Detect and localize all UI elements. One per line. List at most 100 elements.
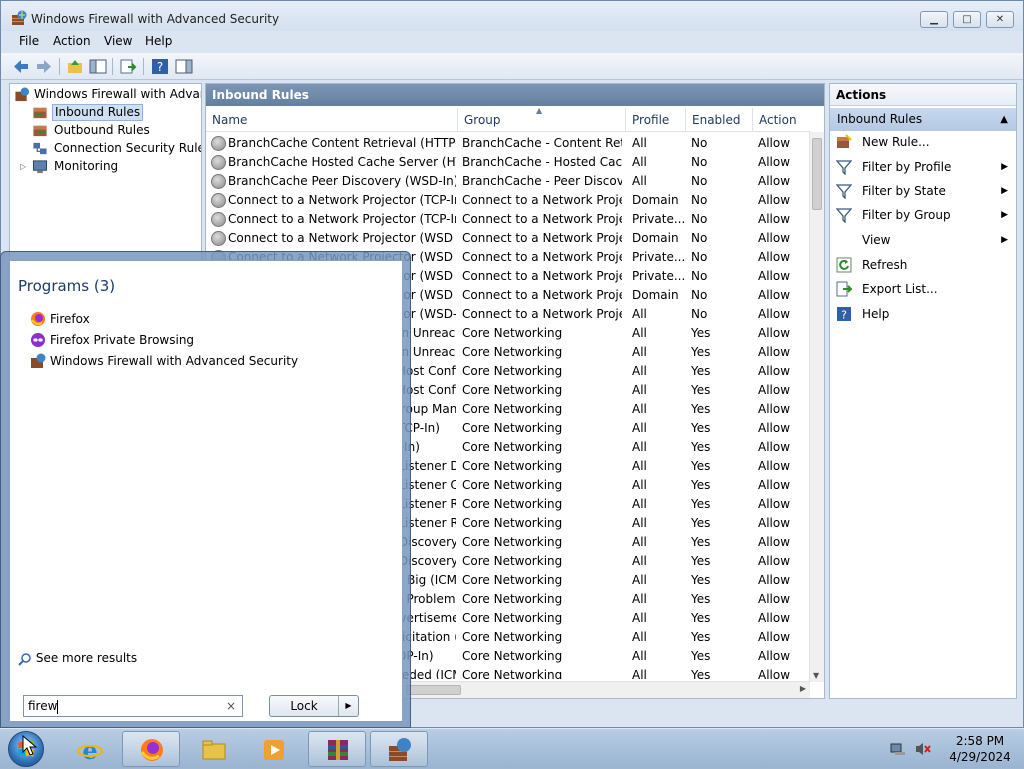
taskbar-firefox[interactable] — [122, 731, 180, 767]
vertical-scrollbar[interactable]: ▼ — [809, 132, 824, 682]
rule-profile-cell: All — [632, 421, 647, 435]
menu-action[interactable]: Action — [53, 34, 91, 48]
refresh-icon — [836, 257, 852, 273]
sort-ascending-icon: ▲ — [536, 106, 543, 115]
tree-item-label: Outbound Rules — [54, 123, 150, 137]
shutdown-options-icon[interactable]: ▶ — [338, 696, 358, 716]
firewall-app-icon — [12, 10, 27, 25]
show-hide-action-pane-icon[interactable] — [175, 58, 193, 75]
taskbar-winrar[interactable] — [308, 731, 366, 767]
minimize-button[interactable]: ▁ — [920, 11, 948, 28]
column-header-name[interactable]: Name — [206, 108, 458, 132]
expand-arrow-icon[interactable]: ▷ — [20, 158, 26, 175]
rule-enabled-cell: Yes — [691, 440, 711, 454]
rule-name-cell: BranchCache Peer Discovery (WSD-In) — [228, 174, 456, 188]
scroll-right-icon[interactable]: ▶ — [800, 684, 806, 693]
taskbar-media-player[interactable] — [244, 731, 302, 767]
export-list-icon[interactable] — [119, 58, 137, 75]
rule-enabled-cell: Yes — [691, 649, 711, 663]
action-label: Filter by Profile — [862, 160, 952, 174]
action-filter-by-state[interactable]: Filter by State ▶ — [830, 180, 1016, 202]
rule-name-cell: BranchCache Content Retrieval (HTTP-In) — [228, 136, 456, 150]
rule-profile-cell: All — [632, 516, 647, 530]
collapse-icon[interactable]: ▲ — [1000, 108, 1008, 131]
action-label: Refresh — [862, 258, 908, 272]
show-hide-tree-icon[interactable] — [89, 58, 107, 75]
maximize-button[interactable]: □ — [953, 11, 981, 28]
rule-profile-cell: All — [632, 649, 647, 663]
tree-root[interactable]: Windows Firewall with Advanced Security — [14, 86, 201, 103]
action-export-list[interactable]: Export List... — [830, 278, 1016, 300]
table-row[interactable]: BranchCache Peer Discovery (WSD-In) Branc… — [206, 172, 810, 191]
clear-search-icon[interactable]: × — [226, 696, 236, 716]
action-label: Filter by Group — [862, 208, 951, 222]
rule-profile-cell: Domain — [632, 288, 679, 302]
rule-enabled-cell: Yes — [691, 345, 711, 359]
rule-action-cell: Allow — [758, 345, 791, 359]
rule-group-cell: Core Networking — [462, 592, 563, 606]
network-icon[interactable] — [890, 741, 906, 757]
toolbar: ? — [1, 53, 1023, 80]
forward-arrow-icon[interactable] — [35, 58, 53, 75]
menu-view[interactable]: View — [104, 34, 132, 48]
new-rule-icon — [836, 134, 852, 150]
scrollbar-thumb[interactable] — [406, 685, 461, 695]
rule-enabled-cell: No — [691, 212, 708, 226]
action-view[interactable]: View ▶ — [830, 229, 1016, 251]
filter-icon — [835, 183, 853, 200]
rule-group-cell: Core Networking — [462, 345, 563, 359]
column-header-action[interactable]: Action — [753, 108, 810, 132]
firewall-icon — [31, 353, 46, 368]
action-label: Filter by State — [862, 184, 946, 198]
menu-help[interactable]: Help — [145, 34, 172, 48]
see-more-results[interactable]: See more results — [18, 650, 137, 666]
taskbar-file-explorer[interactable] — [184, 731, 242, 767]
programs-heading[interactable]: Programs (3) — [18, 277, 115, 295]
rule-action-cell: Allow — [758, 535, 791, 549]
table-row[interactable]: BranchCache Hosted Cache Server (HTT... B… — [206, 153, 810, 172]
rule-action-cell: Allow — [758, 364, 791, 378]
system-clock[interactable]: 2:58 PM 4/29/2024 — [940, 733, 1020, 765]
action-help[interactable]: ? Help — [830, 303, 1016, 325]
connection-security-icon — [33, 142, 47, 155]
lock-button[interactable]: Lock ▶ — [269, 695, 359, 717]
action-filter-by-group[interactable]: Filter by Group ▶ — [830, 204, 1016, 226]
scroll-down-icon[interactable]: ▼ — [813, 671, 819, 680]
title-bar[interactable]: Windows Firewall with Advanced Security … — [1, 1, 1023, 31]
start-menu: Programs (3) Firefox Firefox Private Bro… — [0, 251, 411, 728]
table-row[interactable]: Connect to a Network Projector (TCP-In) C… — [206, 191, 810, 210]
taskbar-firewall-console[interactable] — [370, 731, 428, 767]
action-new-rule[interactable]: New Rule... — [830, 131, 1016, 153]
close-button[interactable]: ✕ — [986, 11, 1014, 28]
help-icon[interactable]: ? — [151, 58, 169, 75]
rule-group-cell: Core Networking — [462, 554, 563, 568]
action-refresh[interactable]: Refresh — [830, 254, 1016, 276]
back-arrow-icon[interactable] — [12, 58, 30, 75]
scrollbar-thumb[interactable] — [812, 138, 822, 210]
volume-muted-icon[interactable] — [914, 741, 932, 757]
menu-file[interactable]: File — [19, 34, 39, 48]
tree-item-monitoring[interactable]: ▷ Monitoring — [20, 158, 200, 175]
taskbar-internet-explorer[interactable]: e — [60, 731, 118, 767]
column-header-profile[interactable]: Profile — [626, 108, 686, 132]
table-row[interactable]: BranchCache Content Retrieval (HTTP-In) B… — [206, 134, 810, 153]
rule-group-cell: Core Networking — [462, 364, 563, 378]
rule-group-cell: Core Networking — [462, 668, 563, 679]
rule-name-cell: Connect to a Network Projector (WSD Ev..… — [228, 231, 456, 245]
column-header-enabled[interactable]: Enabled — [686, 108, 753, 132]
table-row[interactable]: Connect to a Network Projector (WSD Ev..… — [206, 229, 810, 248]
rule-action-cell: Allow — [758, 193, 791, 207]
actions-section-inbound-rules[interactable]: Inbound Rules ▲ — [830, 108, 1016, 131]
rule-group-cell: Core Networking — [462, 440, 563, 454]
rule-action-cell: Allow — [758, 554, 791, 568]
up-folder-icon[interactable] — [66, 58, 84, 75]
rule-group-cell: Connect to a Network Proje... — [462, 269, 622, 283]
mouse-pointer-icon — [22, 735, 38, 756]
action-filter-by-profile[interactable]: Filter by Profile ▶ — [830, 156, 1016, 178]
table-row[interactable]: Connect to a Network Projector (TCP-In) C… — [206, 210, 810, 229]
program-label: Firefox — [50, 312, 90, 326]
rule-enabled-cell: Yes — [691, 611, 711, 625]
firefox-private-icon — [31, 333, 45, 347]
search-input[interactable]: firew × — [23, 695, 243, 717]
rule-enabled-cell: Yes — [691, 326, 711, 340]
